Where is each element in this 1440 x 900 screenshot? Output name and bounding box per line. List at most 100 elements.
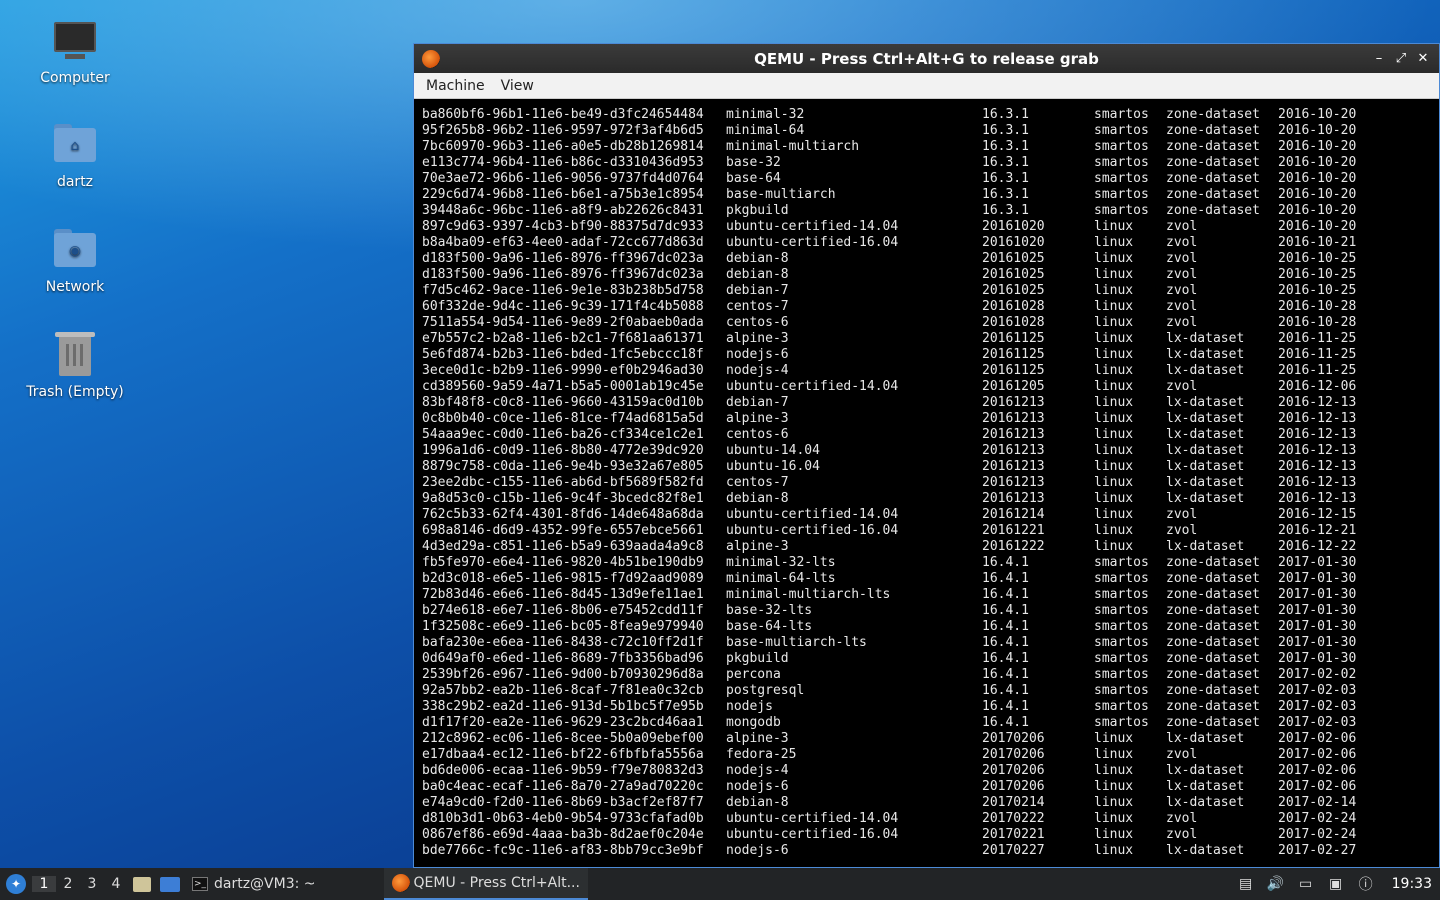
volume-icon[interactable]: 🔊 [1266,875,1286,893]
row-type: zone-dataset [1166,619,1260,634]
file-manager-launcher[interactable] [130,872,154,896]
row-name: debian-8 [726,267,789,282]
row-type: lx-dataset [1166,443,1245,458]
row-version: 20161025 [982,267,1045,282]
row-name: postgresql [726,683,805,698]
row-name: centos-7 [726,475,789,490]
row-date: 2017-02-03 [1278,715,1357,730]
workspace-2[interactable]: 2 [56,876,80,892]
row-date: 2016-12-13 [1278,395,1357,410]
minimize-button[interactable]: – [1371,51,1387,67]
workspace-3[interactable]: 3 [80,876,104,892]
row-type: zvol [1166,827,1198,842]
row-name: base-32-lts [726,603,813,618]
row-name: ubuntu-14.04 [726,443,820,458]
row-name: centos-6 [726,315,789,330]
row-os: linux [1094,475,1134,490]
row-type: lx-dataset [1166,731,1245,746]
console-row: b2d3c018-e6e5-11e6-9815-f7d92aad9089 mini… [422,571,1439,587]
row-os: smartos [1094,683,1149,698]
row-name: nodejs-6 [726,843,789,858]
row-uuid: 9a8d53c0-c15b-11e6-9c4f-3bcedc82f8e1 [422,491,704,506]
system-tray: ▤ 🔊 ▭ ▣ ⓘ 19:33 [1236,875,1440,893]
row-uuid: 7511a554-9d54-11e6-9e89-2f0abaeb0ada [422,315,704,330]
desktop-icon-home[interactable]: ⌂ dartz [20,120,130,190]
update-notifier-icon[interactable]: ⓘ [1356,875,1376,893]
row-uuid: b8a4ba09-ef63-4ee0-adaf-72cc677d863d [422,235,704,250]
console-row: d183f500-9a96-11e6-8976-ff3967dc023a debi… [422,251,1439,267]
start-menu-button[interactable]: ✦ [0,868,32,900]
vm-console[interactable]: ba860bf6-96b1-11e6-be49-d3fc24654484 mini… [414,99,1439,867]
network-status-icon[interactable]: ▣ [1326,875,1346,893]
row-name: minimal-32-lts [726,555,836,570]
row-os: linux [1094,283,1134,298]
desktop-icon-computer[interactable]: Computer [20,16,130,86]
row-uuid: 4d3ed29a-c851-11e6-b5a9-639aada4a9c8 [422,539,704,554]
desktop-icon-network[interactable]: ◉ Network [20,225,130,295]
row-os: smartos [1094,187,1149,202]
row-os: linux [1094,427,1134,442]
row-os: linux [1094,747,1134,762]
workspace-1[interactable]: 1 [32,876,56,892]
row-version: 20161020 [982,235,1045,250]
row-type: zvol [1166,507,1198,522]
row-date: 2016-10-20 [1278,139,1357,154]
row-date: 2016-10-25 [1278,283,1357,298]
row-os: linux [1094,315,1134,330]
workspace-4[interactable]: 4 [104,876,128,892]
row-version: 16.4.1 [982,619,1029,634]
menu-view[interactable]: View [493,78,542,94]
row-type: lx-dataset [1166,459,1245,474]
console-row: b274e618-e6e7-11e6-8b06-e75452cdd11f base… [422,603,1439,619]
console-row: 9a8d53c0-c15b-11e6-9c4f-3bcedc82f8e1 debi… [422,491,1439,507]
row-date: 2017-01-30 [1278,555,1357,570]
row-name: minimal-multiarch [726,139,860,154]
row-date: 2016-10-20 [1278,107,1357,122]
row-uuid: 70e3ae72-96b6-11e6-9056-9737fd4d0764 [422,171,704,186]
row-name: nodejs-6 [726,779,789,794]
menu-machine[interactable]: Machine [418,78,493,94]
row-date: 2016-12-13 [1278,459,1357,474]
qemu-app-icon[interactable] [422,49,440,68]
clock[interactable]: 19:33 [1392,876,1432,892]
row-date: 2016-10-20 [1278,123,1357,138]
task-terminal[interactable]: >_ dartz@VM3: ~ [184,868,324,900]
close-button[interactable]: ✕ [1415,51,1431,67]
console-row: 2539bf26-e967-11e6-9d00-b70930296d8a perc… [422,667,1439,683]
row-uuid: d183f500-9a96-11e6-8976-ff3967dc023a [422,251,704,266]
row-os: linux [1094,379,1134,394]
row-date: 2016-10-21 [1278,235,1357,250]
window-titlebar[interactable]: QEMU - Press Ctrl+Alt+G to release grab … [414,44,1439,73]
maximize-button[interactable]: ⤢ [1393,51,1409,67]
row-type: zvol [1166,379,1198,394]
console-row: bde7766c-fc9c-11e6-af83-8bb79cc3e9bf node… [422,843,1439,859]
row-type: zone-dataset [1166,587,1260,602]
row-type: zone-dataset [1166,107,1260,122]
row-type: zvol [1166,523,1198,538]
row-version: 16.3.1 [982,155,1029,170]
row-uuid: d183f500-9a96-11e6-8976-ff3967dc023a [422,267,704,282]
clipboard-icon[interactable]: ▤ [1236,875,1256,893]
terminal-icon: >_ [192,877,208,891]
desktop-icon-trash[interactable]: Trash (Empty) [20,330,130,400]
task-qemu[interactable]: QEMU - Press Ctrl+Alt... [383,868,588,900]
home-folder-icon: ⌂ [51,120,99,168]
row-version: 16.3.1 [982,123,1029,138]
row-uuid: b274e618-e6e7-11e6-8b06-e75452cdd11f [422,603,704,618]
row-uuid: f7d5c462-9ace-11e6-9e1e-83b238b5d758 [422,283,704,298]
menu-bar: Machine View [414,73,1439,99]
console-row: 70e3ae72-96b6-11e6-9056-9737fd4d0764 base… [422,171,1439,187]
row-uuid: 0867ef86-e69d-4aaa-ba3b-8d2aef0c204e [422,827,704,842]
show-desktop-button[interactable] [158,872,182,896]
console-row: d183f500-9a96-11e6-8976-ff3967dc023a debi… [422,267,1439,283]
row-os: smartos [1094,555,1149,570]
row-name: ubuntu-16.04 [726,459,820,474]
console-row: e74a9cd0-f2d0-11e6-8b69-b3acf2ef87f7 debi… [422,795,1439,811]
row-type: zone-dataset [1166,123,1260,138]
row-date: 2016-10-25 [1278,267,1357,282]
taskbar: ✦ 1 2 3 4 >_ dartz@VM3: ~ QEMU - Press C… [0,868,1440,900]
row-date: 2017-02-06 [1278,779,1357,794]
row-uuid: bd6de006-ecaa-11e6-9b59-f79e780832d3 [422,763,704,778]
row-version: 16.4.1 [982,555,1029,570]
notes-icon[interactable]: ▭ [1296,875,1316,893]
